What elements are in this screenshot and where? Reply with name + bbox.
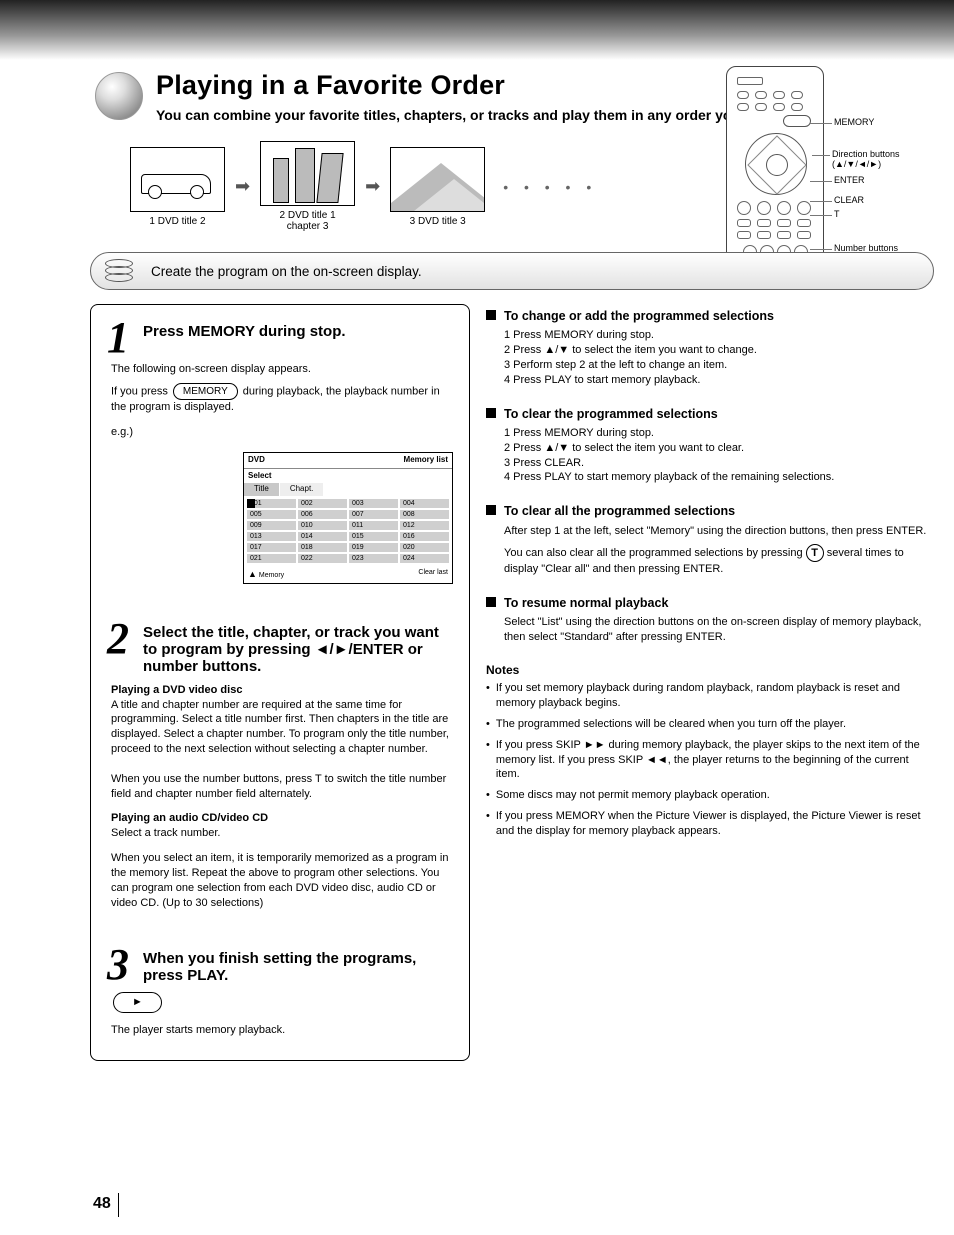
- osd-grid: 001002003004 005006007008 009010011012 0…: [244, 496, 452, 566]
- top-gradient: [0, 0, 954, 60]
- step-number-2: 2: [107, 624, 129, 655]
- step-3-title: When you finish setting the programs, pr…: [143, 950, 453, 984]
- square-bullet-icon: [486, 505, 496, 515]
- step-2-body: Playing a DVD video disc A title and cha…: [111, 683, 453, 911]
- block-resume: To resume normal playback Select "List" …: [486, 595, 934, 645]
- step-number-3: 3: [107, 950, 129, 981]
- step-1-body: The following on-screen display appears.…: [111, 362, 453, 584]
- step-number-1: 1: [107, 323, 129, 354]
- t-button-icon: T: [806, 544, 824, 562]
- step-3: 3 When you finish setting the programs, …: [90, 932, 470, 1061]
- callout-direction: Direction buttons(▲/▼/◄/►): [832, 150, 950, 170]
- square-bullet-icon: [486, 310, 496, 320]
- page-rule: [118, 1193, 119, 1217]
- storyboard-3-label: 3 DVD title 3: [390, 216, 485, 227]
- step-2-title: Select the title, chapter, or track you …: [143, 624, 453, 675]
- sphere-decoration: [95, 72, 143, 120]
- step-2: 2 Select the title, chapter, or track yo…: [90, 606, 470, 933]
- intro-bar: Create the program on the on-screen disp…: [90, 252, 934, 290]
- arrow-icon: ➡: [235, 176, 250, 197]
- discs-icon: [105, 259, 139, 283]
- memory-button-label: MEMORY: [173, 383, 238, 401]
- notes-list: •If you set memory playback during rando…: [486, 681, 934, 839]
- intro-text: Create the program on the on-screen disp…: [151, 264, 422, 279]
- block-clear-one: To clear the programmed selections 1 Pre…: [486, 406, 934, 486]
- storyboard-1-label: 1 DVD title 2: [130, 216, 225, 227]
- storyboard-3: [390, 147, 485, 212]
- arrow-icon: ➡: [365, 176, 380, 197]
- notes-heading: Notes: [486, 663, 934, 677]
- step-3-body: ► The player starts memory playback.: [111, 992, 453, 1038]
- callout-clear: CLEAR: [834, 196, 904, 206]
- callout-t: T: [834, 210, 904, 220]
- step-1: 1 Press MEMORY during stop. The followin…: [90, 304, 470, 606]
- ellipsis-icon: • • • • •: [503, 179, 597, 195]
- osd-tab-chapt: Chapt.: [280, 483, 325, 496]
- page-number: 48: [93, 1195, 111, 1213]
- osd-tab-title: Title: [244, 483, 280, 496]
- block-clear-all: To clear all the programmed selections A…: [486, 503, 934, 577]
- square-bullet-icon: [486, 597, 496, 607]
- callout-memory: MEMORY: [834, 118, 904, 128]
- square-bullet-icon: [486, 408, 496, 418]
- storyboard-1: [130, 147, 225, 212]
- block-change-add: To change or add the programmed selectio…: [486, 308, 934, 388]
- storyboard-2-label: 2 DVD title 1 chapter 3: [260, 210, 355, 232]
- callout-enter: ENTER: [834, 176, 904, 186]
- play-button-label: ►: [113, 992, 162, 1013]
- osd-screenshot: DVDMemory list Select TitleChapt. 001002…: [243, 452, 453, 584]
- step-1-title: Press MEMORY during stop.: [143, 323, 453, 340]
- storyboard-2: [260, 141, 355, 206]
